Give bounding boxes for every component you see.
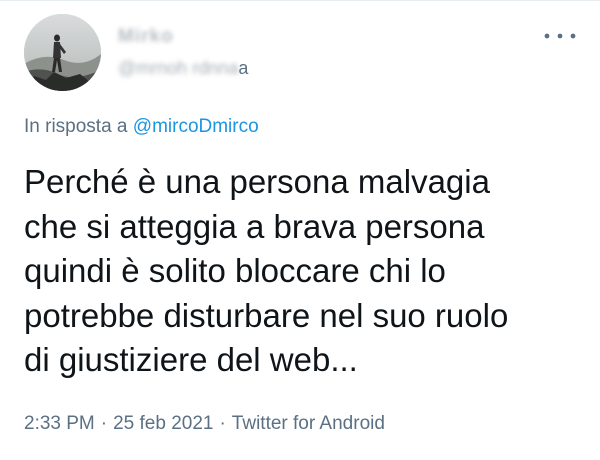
tweet-date[interactable]: 25 feb 2021 <box>113 413 213 434</box>
meta-separator: · <box>219 413 226 434</box>
author-handle-blurred: @mrnoh rdnna <box>118 58 239 78</box>
tweet-source-link[interactable]: Twitter for Android <box>232 413 385 434</box>
tweet: Mirko @mrnoh rdnnaa In risposta a @mirco… <box>0 0 600 460</box>
reply-mention-link[interactable]: @mircoDmirco <box>133 116 259 137</box>
author-handle-tail: a <box>238 58 249 78</box>
avatar-photo <box>24 14 101 91</box>
author-display-name[interactable]: Mirko <box>118 26 174 47</box>
reply-context: In risposta a @mircoDmirco <box>24 116 259 138</box>
tweet-meta: 2:33 PM · 25 feb 2021 · Twitter for Android <box>24 413 385 435</box>
tweet-time[interactable]: 2:33 PM <box>24 413 95 434</box>
author-handle[interactable]: @mrnoh rdnnaa <box>118 58 248 78</box>
meta-separator: · <box>100 413 108 434</box>
more-options-icon[interactable] <box>543 26 577 46</box>
avatar[interactable] <box>24 14 101 91</box>
reply-prefix: In risposta a <box>24 116 128 137</box>
tweet-text: Perché è una persona malvagia che si att… <box>24 163 509 378</box>
